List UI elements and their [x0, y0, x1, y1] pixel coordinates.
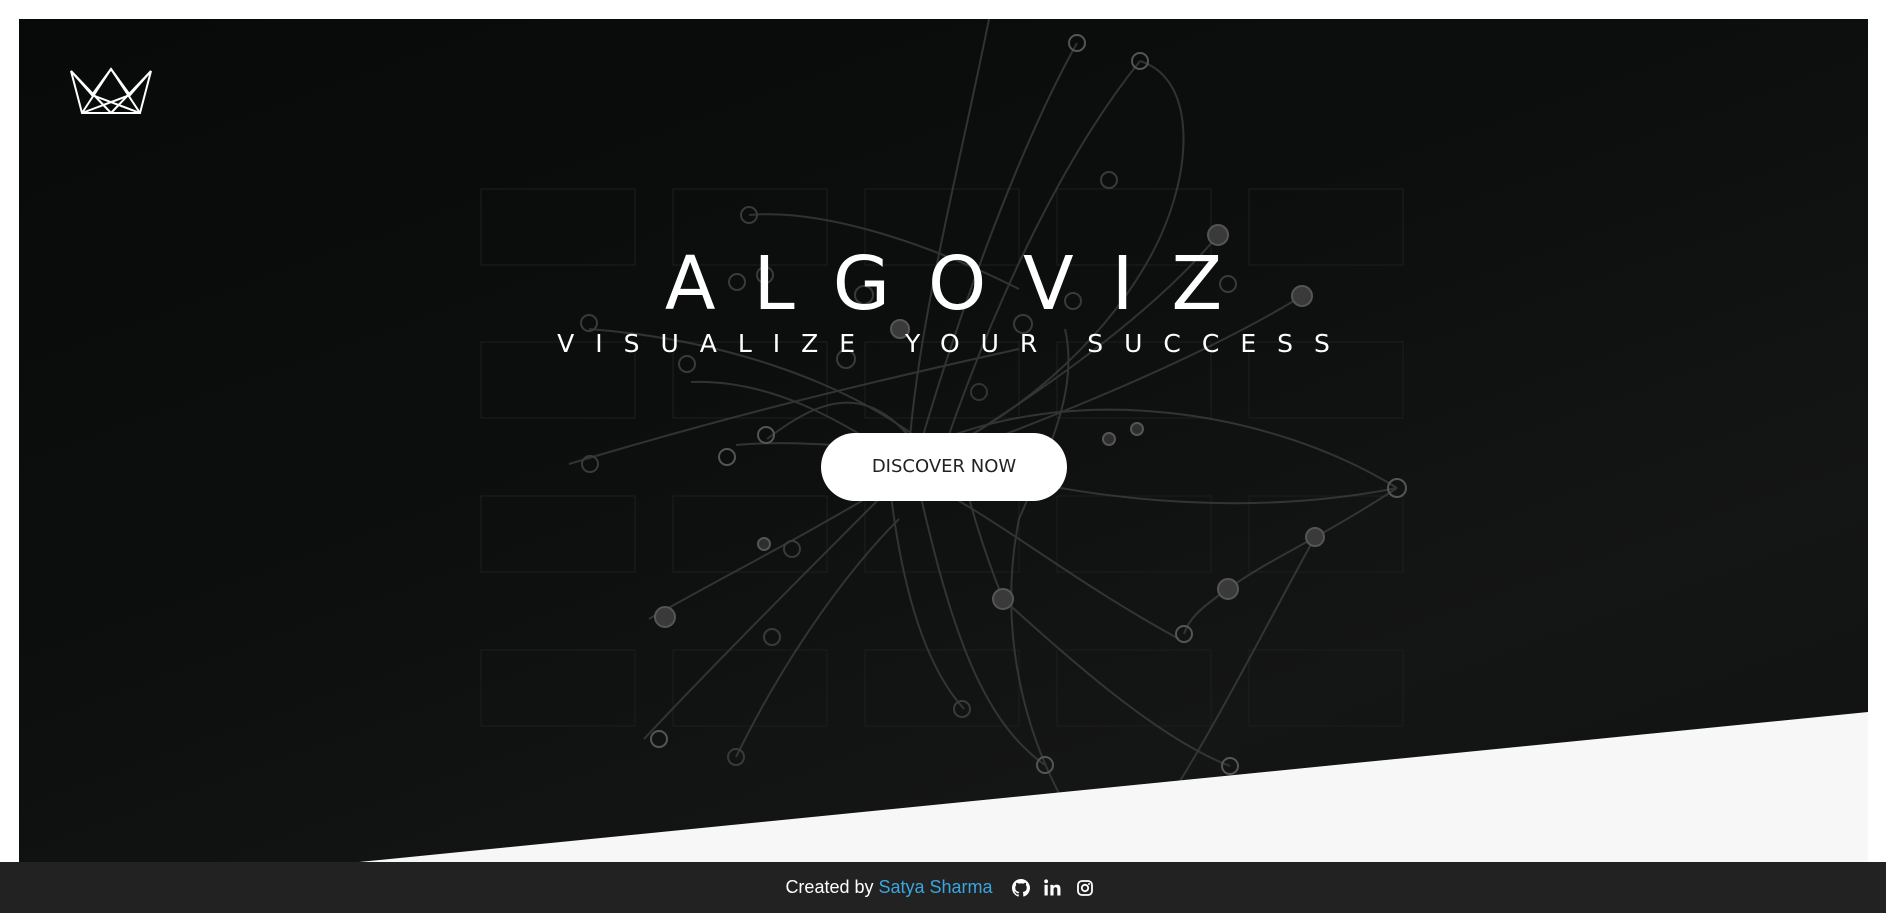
page: ALGOVIZ VISUALIZE YOUR SUCCESS DISCOVER …	[0, 0, 1886, 913]
page-subtitle: VISUALIZE YOUR SUCCESS	[557, 329, 1351, 358]
network-lines	[568, 19, 1398, 800]
discover-now-button[interactable]: DISCOVER NOW	[821, 433, 1067, 501]
github-icon[interactable]	[1011, 878, 1031, 898]
footer: Created by Satya Sharma	[0, 862, 1886, 913]
footer-credit-text: Created by	[785, 877, 874, 897]
linkedin-icon[interactable]	[1043, 878, 1063, 898]
network-nodes	[580, 34, 1407, 775]
hero-section: ALGOVIZ VISUALIZE YOUR SUCCESS DISCOVER …	[19, 19, 1868, 862]
diagonal-band	[359, 712, 1868, 862]
instagram-icon[interactable]	[1075, 878, 1095, 898]
page-title: ALGOVIZ	[664, 241, 1261, 327]
author-link[interactable]: Satya Sharma	[879, 877, 993, 898]
crown-logo-icon[interactable]	[69, 67, 153, 115]
